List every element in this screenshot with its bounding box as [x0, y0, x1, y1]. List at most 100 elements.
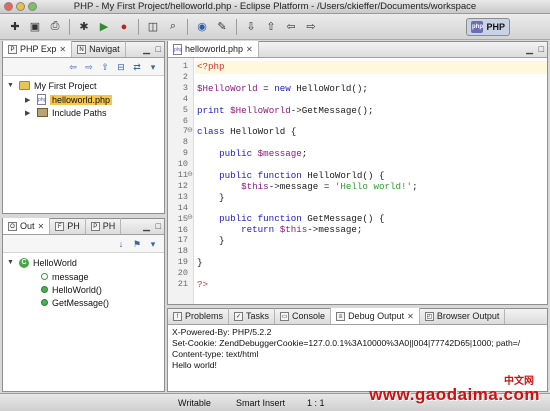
code-line: }	[197, 192, 225, 203]
close-icon[interactable]: ✕	[59, 45, 66, 54]
tab-console[interactable]: ▭ Console	[275, 308, 332, 324]
tree-item-class[interactable]: ▼ C HelloWorld	[7, 256, 77, 269]
back-icon[interactable]: ⇦	[66, 60, 80, 74]
maximize-icon[interactable]: □	[539, 44, 544, 54]
debug-output-text[interactable]: X-Powered-By: PHP/5.2.2 Set-Cookie: Zend…	[168, 325, 547, 391]
globe-icon[interactable]: ◉	[193, 18, 211, 36]
php-explorer-panel: P PHP Exp ✕ N Navigat ▁ □ ⇦ ⇨ ⇧ ⊟ ⇄ ▾ ▼ …	[2, 41, 165, 214]
code-line: $this->message = 'Hello world!';	[241, 181, 418, 192]
tab-php-project-outline[interactable]: P PH	[86, 218, 122, 234]
file-label: helloworld.php	[50, 94, 113, 105]
minimize-icon[interactable]: ▁	[143, 221, 150, 232]
member-label: message	[52, 271, 89, 282]
tab-tasks[interactable]: ✓ Tasks	[229, 308, 276, 324]
print-icon[interactable]: ⎙	[46, 18, 64, 36]
line-number: 7	[182, 126, 188, 137]
line-number: 18	[177, 246, 188, 257]
code-line: return $this->message;	[241, 224, 363, 235]
prev-annotation-icon[interactable]: ⇧	[262, 18, 280, 36]
save-icon[interactable]: ▣	[26, 18, 44, 36]
tree-item-member[interactable]: HelloWorld()	[41, 283, 102, 296]
collapse-triangle-icon[interactable]: ▶	[25, 96, 33, 104]
close-icon[interactable]: ✕	[407, 312, 414, 321]
line-number: 14	[177, 202, 188, 213]
tab-php-explorer[interactable]: P PHP Exp ✕	[3, 41, 73, 57]
search-icon[interactable]: ⌕	[164, 18, 182, 36]
sort-icon[interactable]: ↓	[114, 237, 128, 251]
run-icon[interactable]: ▶	[95, 18, 113, 36]
collapse-all-icon[interactable]: ⊟	[114, 60, 128, 74]
open-type-icon[interactable]: ◫	[144, 18, 162, 36]
expand-triangle-icon[interactable]: ▼	[7, 259, 15, 266]
next-annotation-icon[interactable]: ⇩	[242, 18, 260, 36]
class-label: HelloWorld	[33, 257, 77, 268]
output-line: X-Powered-By: PHP/5.2.2	[172, 327, 272, 337]
code-line: <?php	[197, 61, 225, 72]
external-tools-icon[interactable]: ●	[115, 18, 133, 36]
line-number: 21	[177, 279, 188, 289]
link-editor-icon[interactable]: ⇄	[130, 60, 144, 74]
new-icon[interactable]: ✚	[6, 18, 24, 36]
tab-label: PH	[102, 221, 116, 231]
filter-icon[interactable]: ⚑	[130, 237, 144, 251]
code-line: public function GetMessage() {	[219, 213, 385, 224]
tab-debug-output[interactable]: ≡ Debug Output ✕	[331, 308, 420, 324]
debug-icon[interactable]: ✱	[75, 18, 93, 36]
tab-label: Console	[292, 311, 326, 321]
close-icon[interactable]: ✕	[38, 222, 45, 231]
perspective-switcher[interactable]: php PHP	[466, 18, 510, 36]
project-label: My First Project	[34, 80, 97, 91]
outline-panel: O Out ✕ F PH P PH ▁ □ ↓ ⚑ ▾ ▼ C HelloWor…	[2, 218, 165, 392]
expand-triangle-icon[interactable]: ▼	[7, 82, 15, 89]
maximize-icon[interactable]: □	[156, 44, 161, 54]
tree-item-include-paths[interactable]: ▶ Include Paths	[25, 106, 107, 119]
toolbar-separator	[69, 18, 70, 35]
close-icon[interactable]: ✕	[246, 45, 253, 54]
php-explorer-icon: P	[8, 44, 17, 54]
window-titlebar: PHP - My First Project/helloworld.php - …	[0, 0, 550, 14]
minimize-window-button[interactable]	[16, 2, 25, 11]
tab-browser-output[interactable]: ◰ Browser Output	[420, 308, 506, 324]
tab-problems[interactable]: ! Problems	[168, 308, 230, 324]
window-controls	[4, 2, 37, 11]
tab-helloworld-php[interactable]: php helloworld.php ✕	[168, 41, 259, 57]
code-line: }	[197, 257, 203, 268]
explorer-tabbar: P PHP Exp ✕ N Navigat	[3, 41, 164, 58]
tree-item-member[interactable]: GetMessage()	[41, 296, 109, 309]
back-icon[interactable]: ⇦	[282, 18, 300, 36]
fold-icon[interactable]: ⊖	[187, 213, 193, 221]
tab-php-functions[interactable]: F PH	[50, 218, 86, 234]
tab-label: Problems	[185, 311, 224, 321]
line-number: 11	[177, 170, 188, 180]
code-editor[interactable]: 1 2 3 4 5 6 7 8 9 10 11 12 13 14 15 16 17 18 19 20 21 ⊖ ⊖ ⊖ …	[168, 58, 547, 304]
fold-icon[interactable]: ⊖	[187, 126, 193, 134]
tree-item-project[interactable]: ▼ My First Project	[7, 79, 97, 92]
minimize-icon[interactable]: ▁	[526, 44, 533, 55]
line-number: 4	[182, 93, 188, 104]
tab-navigator[interactable]: N Navigat	[72, 41, 126, 57]
member-label: GetMessage()	[52, 297, 110, 308]
maximize-icon[interactable]: □	[156, 221, 161, 231]
line-number: 8	[182, 137, 188, 148]
tab-label: Debug Output	[348, 311, 405, 321]
collapse-triangle-icon[interactable]: ▶	[25, 109, 33, 117]
up-icon[interactable]: ⇧	[98, 60, 112, 74]
minimize-icon[interactable]: ▁	[143, 44, 150, 55]
zoom-window-button[interactable]	[28, 2, 37, 11]
annotation-icon[interactable]: ✎	[213, 18, 231, 36]
fold-icon[interactable]: ⊖	[187, 170, 193, 178]
forward-icon[interactable]: ⇨	[82, 60, 96, 74]
tab-outline[interactable]: O Out ✕	[3, 218, 51, 234]
problems-icon: !	[173, 311, 182, 321]
tab-label: PH	[67, 221, 80, 231]
code-line: public function HelloWorld() {	[219, 170, 385, 181]
view-menu-icon[interactable]: ▾	[146, 60, 160, 74]
status-bar: Writable Smart Insert 1 : 1	[0, 393, 550, 411]
view-menu-icon[interactable]: ▾	[146, 237, 160, 251]
close-window-button[interactable]	[4, 2, 13, 11]
tree-item-file[interactable]: ▶ php helloworld.php	[25, 93, 113, 106]
tree-item-member[interactable]: message	[41, 270, 89, 283]
forward-icon[interactable]: ⇨	[302, 18, 320, 36]
tasks-icon: ✓	[234, 311, 244, 321]
php-outline-icon: P	[90, 221, 100, 231]
